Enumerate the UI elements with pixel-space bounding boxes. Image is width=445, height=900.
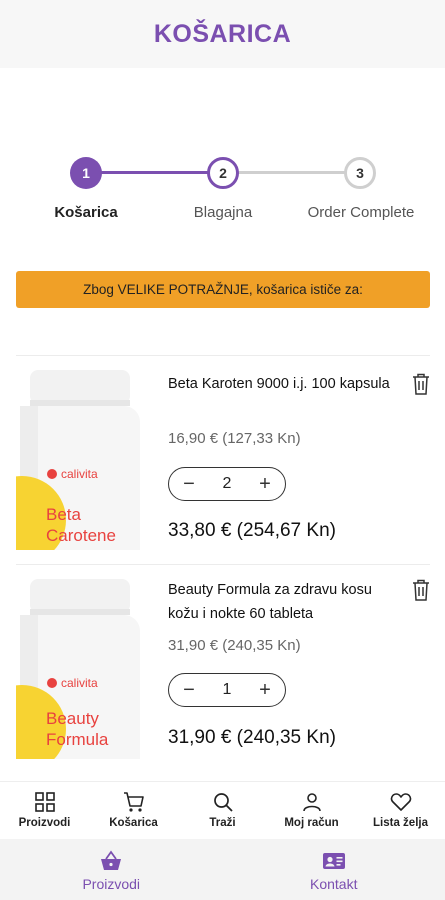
- item-total-price: 31,90 € (240,35 Kn): [168, 727, 336, 748]
- step-1-circle: 1: [70, 157, 102, 189]
- product-label-line1: Beta: [46, 505, 81, 524]
- tab-lista-zelja[interactable]: Lista želja: [356, 782, 445, 839]
- tab-label: Moj račun: [284, 817, 339, 829]
- grid-icon: [34, 792, 55, 812]
- product-image[interactable]: calivita Beauty Formula: [16, 579, 144, 759]
- tab-moj-racun[interactable]: Moj račun: [267, 782, 356, 839]
- step-2-circle: 2: [207, 157, 239, 189]
- tab-trazi[interactable]: Traži: [178, 782, 267, 839]
- item-unit-price: 31,90 € (240,35 Kn): [168, 637, 301, 654]
- progress-line-completed: [86, 171, 223, 174]
- product-brand: calivita: [61, 467, 98, 481]
- product-image[interactable]: calivita Beta Carotene: [16, 370, 144, 550]
- product-brand: calivita: [61, 676, 98, 690]
- quantity-stepper: − 1 +: [168, 673, 286, 707]
- tab-label: Proizvodi: [18, 817, 71, 829]
- nav-label: Kontakt: [310, 876, 358, 892]
- tab-kosarica[interactable]: Košarica: [89, 782, 178, 839]
- cart-icon: [123, 792, 144, 812]
- app-header: KOŠARICA: [0, 0, 445, 68]
- trash-icon[interactable]: [412, 579, 430, 601]
- step-3-label: Order Complete: [307, 204, 415, 221]
- tab-proizvodi[interactable]: Proizvodi: [0, 782, 89, 839]
- product-label-line2: Formula: [46, 730, 109, 749]
- divider: [16, 564, 430, 565]
- user-icon: [302, 793, 321, 812]
- product-label-line2: Carotene: [46, 526, 116, 545]
- decrease-quantity-button[interactable]: −: [181, 474, 197, 494]
- checkout-progress: 1 2 3 Košarica Blagajna Order Complete: [0, 155, 445, 235]
- cart-expiry-banner: Zbog VELIKE POTRAŽNJE, košarica ističe z…: [16, 271, 430, 308]
- step-2-label: Blagajna: [193, 204, 253, 221]
- nav-proizvodi[interactable]: Proizvodi: [0, 839, 223, 900]
- item-name[interactable]: Beauty Formula za zdravu kosu kožu i nok…: [168, 578, 390, 626]
- decrease-quantity-button[interactable]: −: [181, 680, 197, 700]
- search-icon: [213, 793, 233, 812]
- contact-card-icon: [322, 853, 345, 869]
- tab-label: Košarica: [109, 817, 158, 829]
- progress-line-pending: [223, 171, 360, 174]
- step-3-circle: 3: [344, 157, 376, 189]
- nav-kontakt[interactable]: Kontakt: [223, 839, 445, 900]
- quantity-value: 1: [222, 681, 232, 698]
- increase-quantity-button[interactable]: +: [257, 474, 273, 494]
- quantity-value: 2: [222, 475, 232, 492]
- bottom-navigation: Proizvodi Kontakt: [0, 839, 445, 900]
- tab-label: Traži: [209, 817, 236, 829]
- page-title: KOŠARICA: [153, 19, 292, 48]
- item-unit-price: 16,90 € (127,33 Kn): [168, 430, 301, 447]
- step-1-label: Košarica: [54, 204, 118, 221]
- nav-label: Proizvodi: [82, 876, 141, 892]
- basket-icon: [101, 850, 122, 870]
- item-name[interactable]: Beta Karoten 9000 i.j. 100 kapsula: [168, 372, 390, 396]
- increase-quantity-button[interactable]: +: [257, 680, 273, 700]
- divider: [16, 355, 430, 356]
- product-label-line1: Beauty: [46, 709, 99, 728]
- heart-icon: [390, 793, 411, 811]
- tab-bar: Proizvodi Košarica Traži Moj račun Lista…: [0, 781, 445, 839]
- trash-icon[interactable]: [412, 373, 430, 395]
- quantity-stepper: − 2 +: [168, 467, 286, 501]
- item-total-price: 33,80 € (254,67 Kn): [168, 520, 336, 541]
- tab-label: Lista želja: [373, 817, 428, 829]
